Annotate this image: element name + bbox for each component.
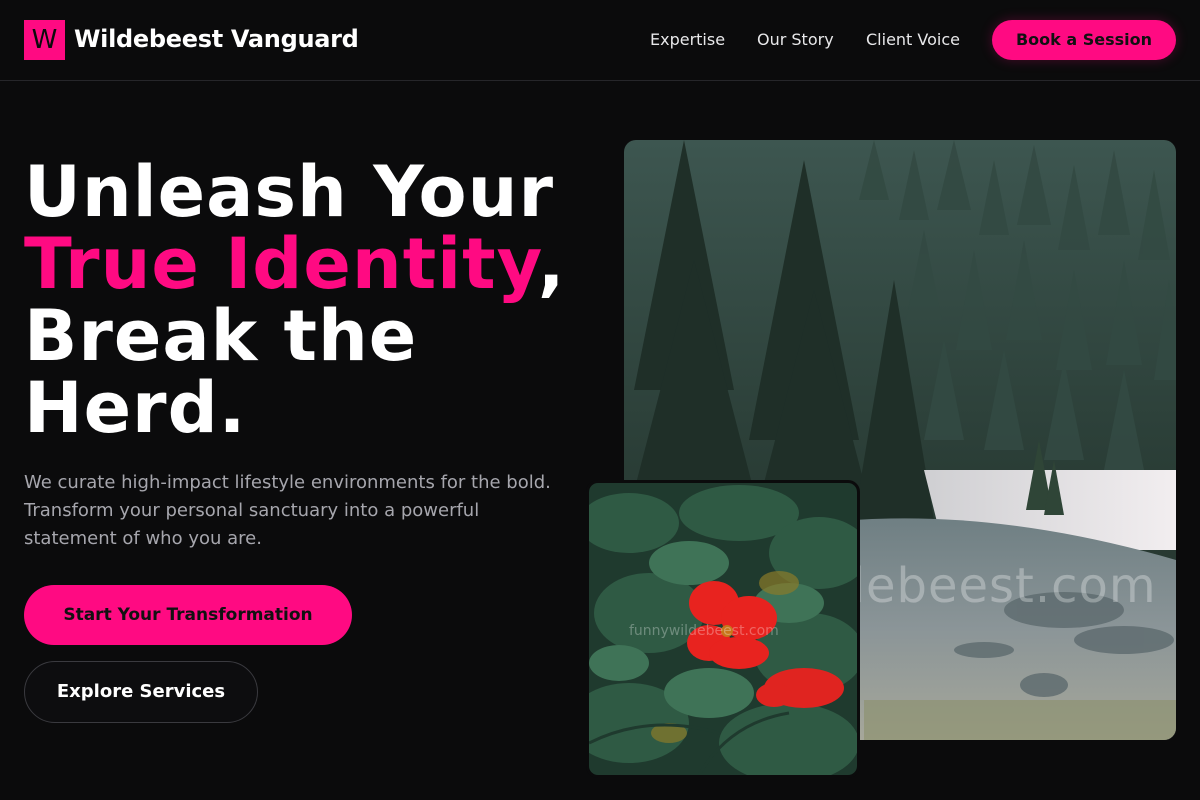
- headline-line-4: Herd.: [24, 367, 247, 449]
- brand-name[interactable]: Wildebeest Vanguard: [74, 24, 359, 54]
- book-session-button[interactable]: Book a Session: [992, 20, 1176, 60]
- headline-comma: ,: [537, 223, 566, 305]
- headline-line-1: Unleash Your: [24, 151, 554, 233]
- headline-line-3: Break the: [24, 295, 418, 377]
- hero-subtext: We curate high-impact lifestyle environm…: [24, 472, 551, 549]
- nav-link-client-voice[interactable]: Client Voice: [866, 30, 960, 50]
- explore-services-button[interactable]: Explore Services: [24, 661, 258, 723]
- headline-accent: True Identity: [24, 223, 538, 305]
- site-header: W Wildebeest Vanguard Expertise Our Stor…: [0, 0, 1200, 81]
- headline-line-2: True Identity,: [24, 228, 604, 300]
- landing-page: W Wildebeest Vanguard Expertise Our Stor…: [0, 0, 1200, 800]
- nav-link-expertise[interactable]: Expertise: [650, 30, 725, 50]
- start-transformation-button[interactable]: Start Your Transformation: [24, 585, 352, 645]
- nav-link-our-story[interactable]: Our Story: [757, 30, 834, 50]
- hero-headline: Unleash Your True Identity, Break the He…: [24, 156, 604, 444]
- small-watermark: funnywildebeest.com: [629, 623, 779, 639]
- logo-mark[interactable]: W: [24, 20, 65, 60]
- red-flower-photo: funnywildebeest.com: [586, 480, 860, 778]
